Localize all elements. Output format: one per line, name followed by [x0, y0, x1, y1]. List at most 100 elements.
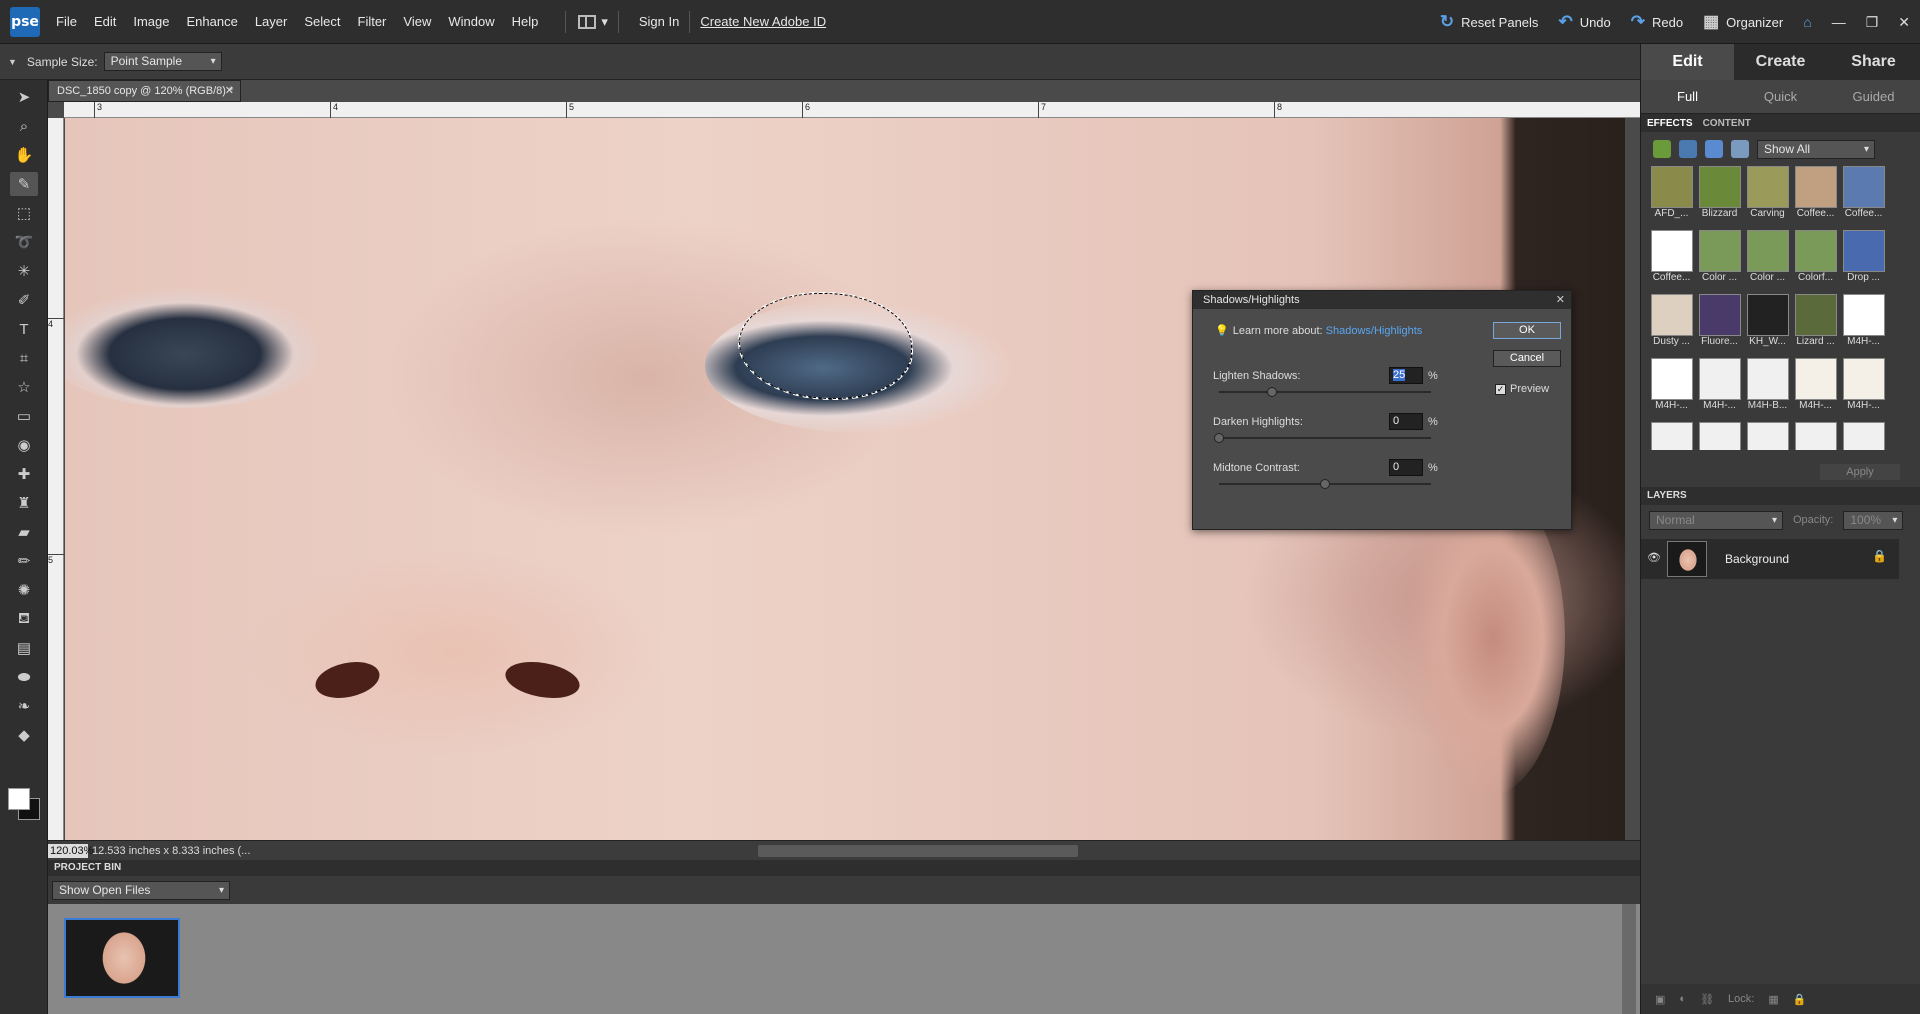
slider-thumb[interactable]	[1320, 479, 1330, 489]
slider-track[interactable]	[1219, 387, 1431, 397]
slider-value-field[interactable]: 0	[1389, 413, 1423, 430]
effect-item[interactable]	[1649, 422, 1694, 450]
close-icon[interactable]: ✕	[1898, 14, 1910, 31]
link-icon[interactable]: ⛓	[1700, 993, 1714, 1006]
zoom-tool-icon[interactable]: ⌕	[10, 114, 38, 138]
show-files-dropdown[interactable]: Show Open Files	[52, 881, 230, 900]
create-adobe-id-link[interactable]: Create New Adobe ID	[700, 14, 826, 29]
opacity-field[interactable]: 100%	[1843, 510, 1904, 530]
layer-styles-icon[interactable]	[1679, 140, 1697, 158]
redo-button[interactable]: ↷ Redo	[1631, 12, 1683, 32]
eraser-tool-icon[interactable]: ▰	[10, 520, 38, 544]
brush-tool-icon[interactable]: ✺	[10, 578, 38, 602]
photo-effects-icon[interactable]	[1705, 140, 1723, 158]
effect-item[interactable]: Colorf...	[1793, 230, 1838, 290]
tab-quick[interactable]: Quick	[1734, 80, 1827, 113]
visibility-icon[interactable]: 👁	[1647, 551, 1661, 564]
selection-brush-tool-icon[interactable]: ✐	[10, 288, 38, 312]
menu-view[interactable]: View	[403, 14, 431, 29]
magic-wand-tool-icon[interactable]: ✳	[10, 259, 38, 283]
sign-in-link[interactable]: Sign In	[639, 14, 679, 29]
menu-help[interactable]: Help	[512, 14, 539, 29]
document-tab[interactable]: DSC_1850 copy @ 120% (RGB/8) * ✕	[48, 80, 241, 102]
red-eye-tool-icon[interactable]: ◉	[10, 433, 38, 457]
menu-file[interactable]: File	[56, 14, 77, 29]
effect-item[interactable]: Drop ...	[1841, 230, 1886, 290]
adjustment-layer-icon[interactable]: ◐	[1679, 993, 1686, 1005]
paint-bucket-tool-icon[interactable]: ⛾	[10, 607, 38, 631]
menu-filter[interactable]: Filter	[358, 14, 387, 29]
checkmark-icon[interactable]: ✓	[1495, 383, 1506, 395]
menu-image[interactable]: Image	[133, 14, 169, 29]
menu-edit[interactable]: Edit	[94, 14, 116, 29]
pencil-tool-icon[interactable]: ✏	[10, 549, 38, 573]
spot-healing-tool-icon[interactable]: ✚	[10, 462, 38, 486]
effect-item[interactable]: Color ...	[1745, 230, 1790, 290]
eyedropper-tool-icon[interactable]: ✎	[10, 172, 38, 196]
tab-create[interactable]: Create	[1734, 44, 1827, 80]
zoom-level[interactable]: 120.03%	[48, 844, 93, 858]
effect-item[interactable]: Fluore...	[1697, 294, 1742, 354]
lock-all-icon[interactable]: 🔒	[1793, 993, 1807, 1006]
tab-guided[interactable]: Guided	[1827, 80, 1920, 113]
new-layer-icon[interactable]: ▣	[1655, 993, 1665, 1006]
effect-item[interactable]: M4H-...	[1793, 358, 1838, 418]
color-swatches[interactable]	[8, 780, 42, 820]
reset-panels-button[interactable]: ↻ Reset Panels	[1440, 12, 1539, 32]
tab-edit[interactable]: Edit	[1641, 44, 1734, 80]
move-tool-icon[interactable]: ➤	[10, 85, 38, 109]
effect-item[interactable]	[1697, 422, 1742, 450]
slider-value-field[interactable]: 25	[1389, 367, 1423, 384]
project-bin-thumbnail[interactable]	[64, 918, 180, 998]
slider-value-field[interactable]: 0	[1389, 459, 1423, 476]
slider-track[interactable]	[1214, 433, 1431, 443]
horizontal-scrollbar[interactable]	[758, 845, 1078, 857]
filters-icon[interactable]	[1653, 140, 1671, 158]
close-icon[interactable]: ✕	[1556, 291, 1565, 309]
blur-tool-icon[interactable]: ❧	[10, 694, 38, 718]
crop-tool-icon[interactable]: ⌗	[10, 346, 38, 370]
effect-item[interactable]: Coffee...	[1793, 166, 1838, 226]
effect-item[interactable]: M4H-B...	[1745, 358, 1790, 418]
type-tool-icon[interactable]: T	[10, 317, 38, 341]
blend-mode-dropdown[interactable]: Normal	[1649, 510, 1783, 530]
apply-button[interactable]: Apply	[1820, 464, 1900, 480]
effect-item[interactable]	[1745, 422, 1790, 450]
slider-thumb[interactable]	[1214, 433, 1224, 443]
effect-item[interactable]	[1793, 422, 1838, 450]
restore-icon[interactable]: ❐	[1866, 14, 1879, 31]
tab-content[interactable]: CONTENT	[1703, 118, 1751, 129]
close-icon[interactable]: ✕	[225, 81, 234, 101]
effect-item[interactable]: Coffee...	[1841, 166, 1886, 226]
effect-item[interactable]: Carving	[1745, 166, 1790, 226]
lock-transparent-icon[interactable]: ▦	[1768, 993, 1778, 1006]
lasso-tool-icon[interactable]: ➰	[10, 230, 38, 254]
tab-effects[interactable]: EFFECTS	[1647, 118, 1693, 129]
project-bin-scrollbar[interactable]	[1622, 904, 1636, 1014]
menu-select[interactable]: Select	[304, 14, 340, 29]
effect-item[interactable]: AFD_...	[1649, 166, 1694, 226]
minimize-icon[interactable]: —	[1832, 14, 1846, 30]
options-menu-icon[interactable]: ▼	[8, 57, 17, 67]
clone-stamp-tool-icon[interactable]: ♜	[10, 491, 38, 515]
effect-item[interactable]: Color ...	[1697, 230, 1742, 290]
menu-window[interactable]: Window	[448, 14, 494, 29]
tab-share[interactable]: Share	[1827, 44, 1920, 80]
sample-size-dropdown[interactable]: Point Sample	[103, 52, 222, 71]
foreground-color-swatch[interactable]	[8, 788, 30, 810]
effect-item[interactable]: Dusty ...	[1649, 294, 1694, 354]
effect-item[interactable]	[1841, 422, 1886, 450]
cancel-button[interactable]: Cancel	[1493, 350, 1561, 367]
all-effects-icon[interactable]	[1731, 140, 1749, 158]
effect-item[interactable]: Blizzard	[1697, 166, 1742, 226]
layer-row[interactable]: 👁 Background 🔒	[1641, 539, 1899, 579]
gradient-tool-icon[interactable]: ▤	[10, 636, 38, 660]
menu-enhance[interactable]: Enhance	[187, 14, 238, 29]
effect-item[interactable]: Lizard ...	[1793, 294, 1838, 354]
straighten-tool-icon[interactable]: ▭	[10, 404, 38, 428]
slider-track[interactable]	[1219, 479, 1431, 489]
show-all-dropdown[interactable]: Show All	[1757, 139, 1875, 159]
organizer-button[interactable]: ▦ Organizer	[1703, 12, 1783, 32]
effect-item[interactable]: M4H-...	[1841, 294, 1886, 354]
hand-tool-icon[interactable]: ✋	[10, 143, 38, 167]
